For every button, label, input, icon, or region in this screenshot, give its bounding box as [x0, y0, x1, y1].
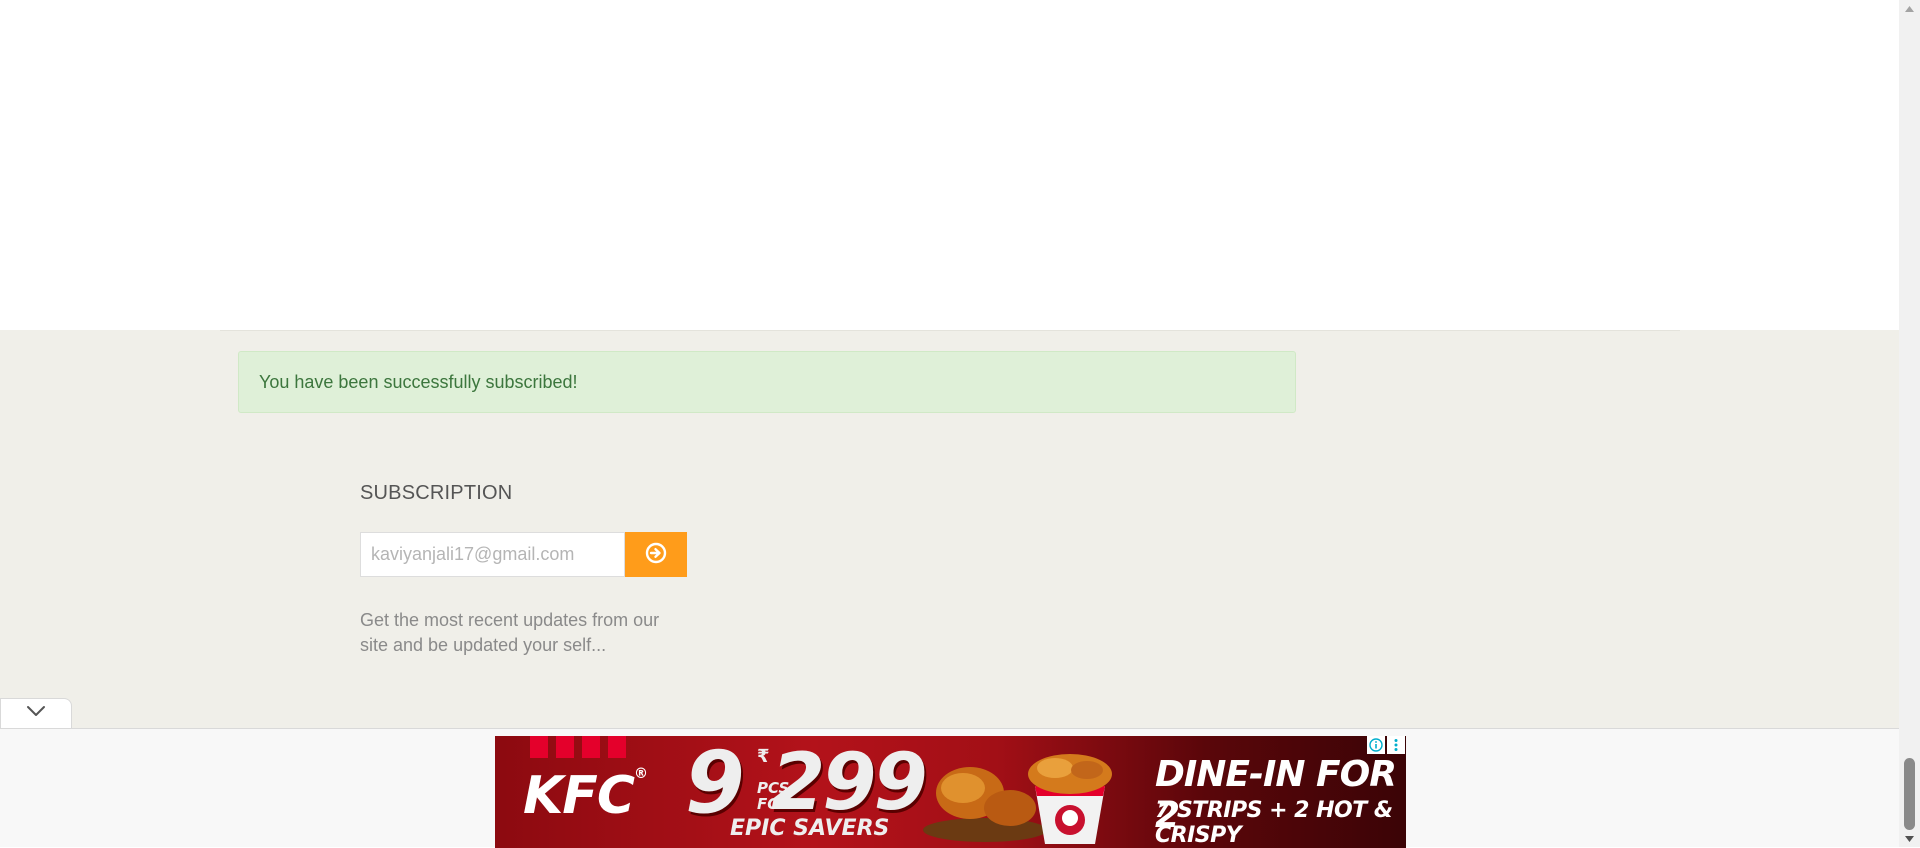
- scroll-up-arrow-icon[interactable]: [1899, 0, 1920, 17]
- ad-collapse-toggle[interactable]: [0, 698, 72, 728]
- page-top-blank: [0, 0, 1899, 330]
- subscription-email-input[interactable]: [360, 532, 625, 577]
- scroll-down-arrow-icon[interactable]: [1899, 830, 1920, 847]
- success-alert-message: You have been successfully subscribed!: [259, 372, 578, 392]
- kfc-ad-banner[interactable]: KFC® 9 PCS FOR ₹ 299 EPIC SAVERS DINE-IN…: [495, 736, 1406, 848]
- kebab-menu-icon[interactable]: [1387, 736, 1405, 754]
- subscription-title: SUBSCRIPTION: [360, 482, 513, 504]
- ad-price: 299: [771, 738, 928, 828]
- ad-currency: ₹: [757, 746, 770, 766]
- subscription-description: Get the most recent updates from our sit…: [360, 610, 660, 655]
- fried-chicken-bucket-image: [915, 738, 1135, 848]
- arrow-circle-right-icon: [645, 542, 667, 567]
- footer-divider: [220, 330, 1680, 331]
- ad-quantity: 9: [685, 736, 745, 833]
- info-icon[interactable]: [1367, 736, 1385, 754]
- success-alert: You have been successfully subscribed!: [238, 351, 1296, 413]
- ad-tagline: EPIC SAVERS: [730, 816, 890, 841]
- scrollbar-thumb[interactable]: [1904, 758, 1915, 830]
- chevron-down-icon: [25, 704, 47, 723]
- vertical-scrollbar[interactable]: [1899, 0, 1920, 847]
- sticky-ad-bar: KFC® 9 PCS FOR ₹ 299 EPIC SAVERS DINE-IN…: [0, 728, 1899, 848]
- kfc-logo: KFC®: [523, 766, 648, 826]
- subscription-submit-button[interactable]: [625, 532, 687, 577]
- kfc-stripes-graphic: [530, 736, 626, 758]
- ad-fine-print: [1135, 836, 1400, 844]
- footer-section: You have been successfully subscribed! S…: [0, 330, 1899, 728]
